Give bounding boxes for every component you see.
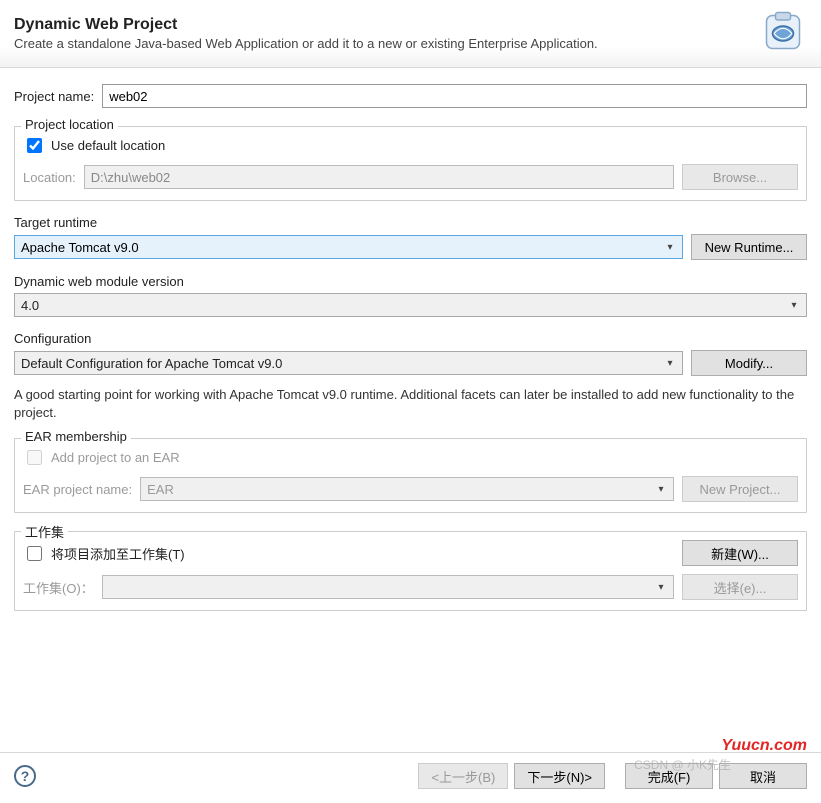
select-working-set-button: 选择(e)...: [682, 574, 798, 600]
next-button[interactable]: 下一步(N)>: [514, 763, 605, 789]
modify-button[interactable]: Modify...: [691, 350, 807, 376]
location-input: [84, 165, 674, 189]
dialog-subtitle: Create a standalone Java-based Web Appli…: [14, 36, 598, 51]
new-working-set-button[interactable]: 新建(W)...: [682, 540, 798, 566]
configuration-label: Configuration: [14, 331, 807, 346]
configuration-combo[interactable]: Default Configuration for Apache Tomcat …: [14, 351, 683, 375]
working-sets-label: 工作集(O)：: [23, 578, 94, 597]
wizard-icon: [759, 8, 807, 59]
ear-project-name-combo: EAR ▾: [140, 477, 674, 501]
project-location-title: Project location: [21, 117, 118, 132]
finish-button[interactable]: 完成(F): [625, 763, 713, 789]
browse-button: Browse...: [682, 164, 798, 190]
project-name-label: Project name:: [14, 89, 94, 104]
add-to-working-set-checkbox[interactable]: 将项目添加至工作集(T): [23, 543, 674, 564]
dialog-footer: ? <上一步(B) 下一步(N)> 完成(F) 取消: [0, 752, 821, 803]
working-sets-group: 工作集 将项目添加至工作集(T) 新建(W)... 工作集(O)： ▾ 选择(e…: [14, 531, 807, 611]
working-sets-combo: ▾: [102, 575, 674, 599]
chevron-down-icon: ▾: [653, 484, 669, 495]
back-button: <上一步(B): [418, 763, 508, 789]
chevron-down-icon: ▾: [662, 242, 678, 253]
add-to-working-set-label: 将项目添加至工作集(T): [51, 544, 185, 563]
project-location-group: Project location Use default location Lo…: [14, 126, 807, 201]
chevron-down-icon: ▾: [662, 358, 678, 369]
use-default-location-label: Use default location: [51, 138, 165, 153]
new-runtime-button[interactable]: New Runtime...: [691, 234, 807, 260]
location-label: Location:: [23, 170, 76, 185]
ear-project-name-label: EAR project name:: [23, 482, 132, 497]
cancel-button[interactable]: 取消: [719, 763, 807, 789]
ear-membership-title: EAR membership: [21, 429, 131, 444]
add-to-ear-checkbox[interactable]: Add project to an EAR: [23, 447, 180, 468]
use-default-location-checkbox[interactable]: Use default location: [23, 135, 165, 156]
target-runtime-label: Target runtime: [14, 215, 807, 230]
project-name-input[interactable]: [102, 84, 807, 108]
ear-membership-group: EAR membership Add project to an EAR EAR…: [14, 438, 807, 513]
module-version-label: Dynamic web module version: [14, 274, 807, 289]
help-icon[interactable]: ?: [14, 765, 36, 787]
target-runtime-combo[interactable]: Apache Tomcat v9.0 ▾: [14, 235, 683, 259]
add-to-ear-label: Add project to an EAR: [51, 450, 180, 465]
chevron-down-icon: ▾: [786, 300, 802, 311]
configuration-description: A good starting point for working with A…: [14, 386, 807, 422]
dialog-header: Dynamic Web Project Create a standalone …: [0, 0, 821, 68]
working-sets-title: 工作集: [21, 522, 68, 541]
new-project-button: New Project...: [682, 476, 798, 502]
dialog-title: Dynamic Web Project: [14, 16, 598, 34]
module-version-combo[interactable]: 4.0 ▾: [14, 293, 807, 317]
chevron-down-icon: ▾: [653, 582, 669, 593]
